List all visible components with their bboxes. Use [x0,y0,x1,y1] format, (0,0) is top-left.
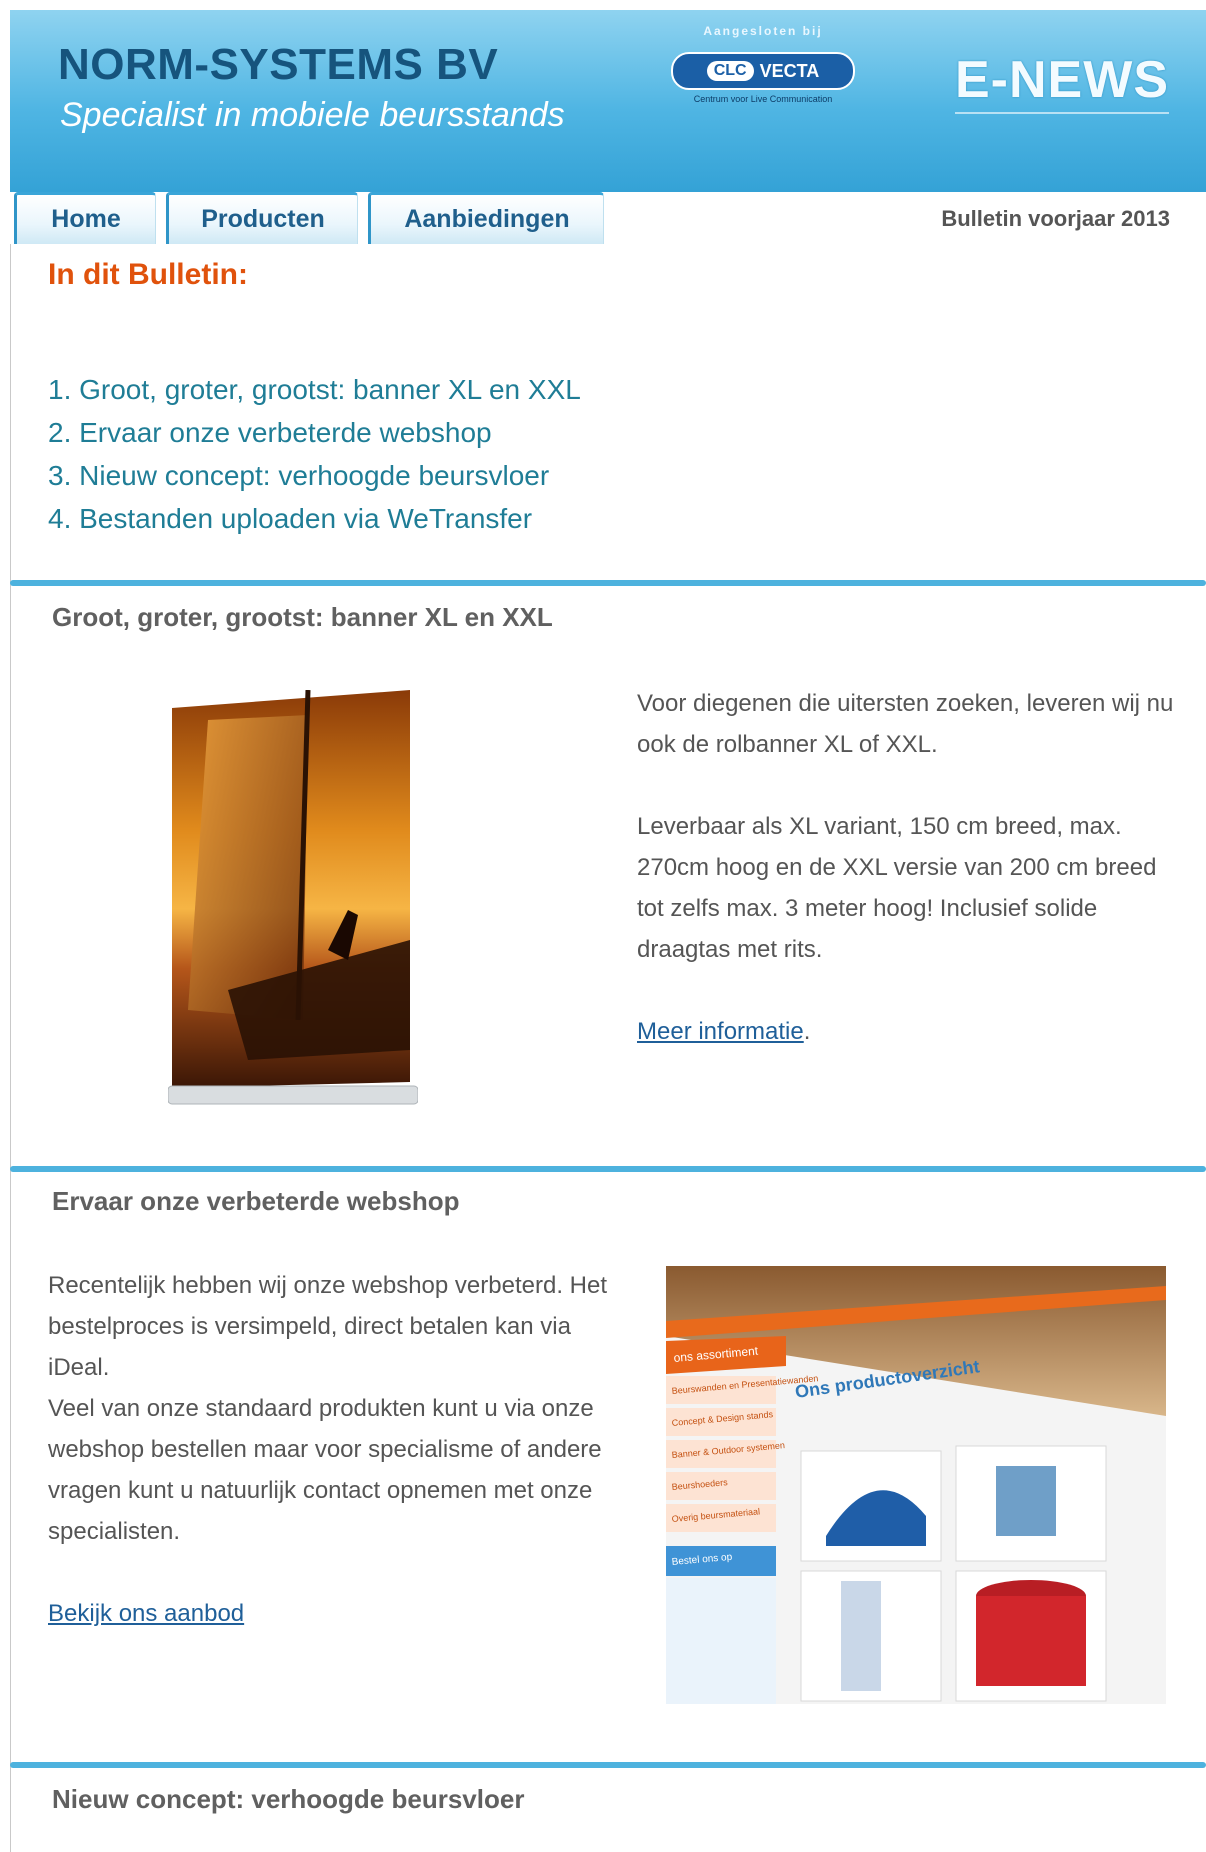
section-webshop-text: Recentelijk hebben wij onze webshop verb… [48,1265,608,1634]
toc-item[interactable]: 2. Ervaar onze verbeterde webshop [48,411,581,454]
more-info-line: Meer informatie. [637,1011,1177,1052]
offer-line: Bekijk ons aanbod [48,1593,608,1634]
rollbanner-image [168,690,418,1105]
paragraph: Recentelijk hebben wij onze webshop verb… [48,1272,607,1381]
clc-logo-text: CLC [706,61,754,81]
section-divider [10,580,1206,586]
section-title-beursvloer: Nieuw concept: verhoogde beursvloer [52,1784,525,1814]
enews-title: E-NEWS [955,50,1169,114]
more-info-link[interactable]: Meer informatie [637,1018,804,1045]
vecta-logo-text: VECTA [759,60,820,81]
toc-item[interactable]: 4. Bestanden uploaden via WeTransfer [48,497,581,540]
nav-tabs: Home Producten Aanbiedingen Bulletin voo… [10,192,1206,244]
menu-blue-panel [666,1578,776,1704]
toc-item[interactable]: 1. Groot, groter, grootst: banner XL en … [48,368,581,411]
toc-title: In dit Bulletin: [48,258,248,291]
clc-vecta-logo: CLC VECTA [671,52,855,90]
association-caption: Aangesloten bij [703,24,823,38]
section-banner-text: Voor diegenen die uitersten zoeken, leve… [637,683,1177,1052]
paragraph: Voor diegenen die uitersten zoeken, leve… [637,690,1174,758]
tab-home[interactable]: Home [14,192,156,244]
toc-item[interactable]: 3. Nieuw concept: verhoogde beursvloer [48,454,581,497]
association-logo: Aangesloten bij CLC VECTA Centrum voor L… [668,24,858,104]
banner-base [168,1085,418,1105]
brand-name: NORM-SYSTEMS BV [58,40,499,89]
link-suffix: . [803,1018,811,1045]
bulletin-label: Bulletin voorjaar 2013 [941,206,1170,231]
toc-list: 1. Groot, groter, grootst: banner XL en … [48,368,581,540]
section-divider [10,1166,1206,1172]
page-border [10,10,11,1852]
association-subtitle: Centrum voor Live Communication [693,94,833,104]
product-image-counter [976,1596,1086,1686]
paragraph: Veel van onze standaard produkten kunt u… [48,1395,602,1545]
product-image-banner [841,1581,881,1691]
section-divider [10,1762,1206,1768]
paragraph: Leverbaar als XL variant, 150 cm breed, … [637,813,1157,963]
view-offer-link[interactable]: Bekijk ons aanbod [48,1600,244,1627]
brand-tagline: Specialist in mobiele beursstands [60,96,565,134]
header-banner: NORM-SYSTEMS BV Specialist in mobiele be… [10,10,1206,192]
tab-aanbiedingen[interactable]: Aanbiedingen [368,192,604,244]
webshop-screenshot-image: ons assortiment Beurswanden en Presentat… [666,1266,1166,1704]
tab-producten[interactable]: Producten [166,192,358,244]
section-title-webshop: Ervaar onze verbeterde webshop [52,1186,460,1216]
section-title-banner: Groot, groter, grootst: banner XL en XXL [52,602,553,632]
email-newsletter: NORM-SYSTEMS BV Specialist in mobiele be… [0,0,1206,1852]
product-image-stand [996,1466,1056,1536]
